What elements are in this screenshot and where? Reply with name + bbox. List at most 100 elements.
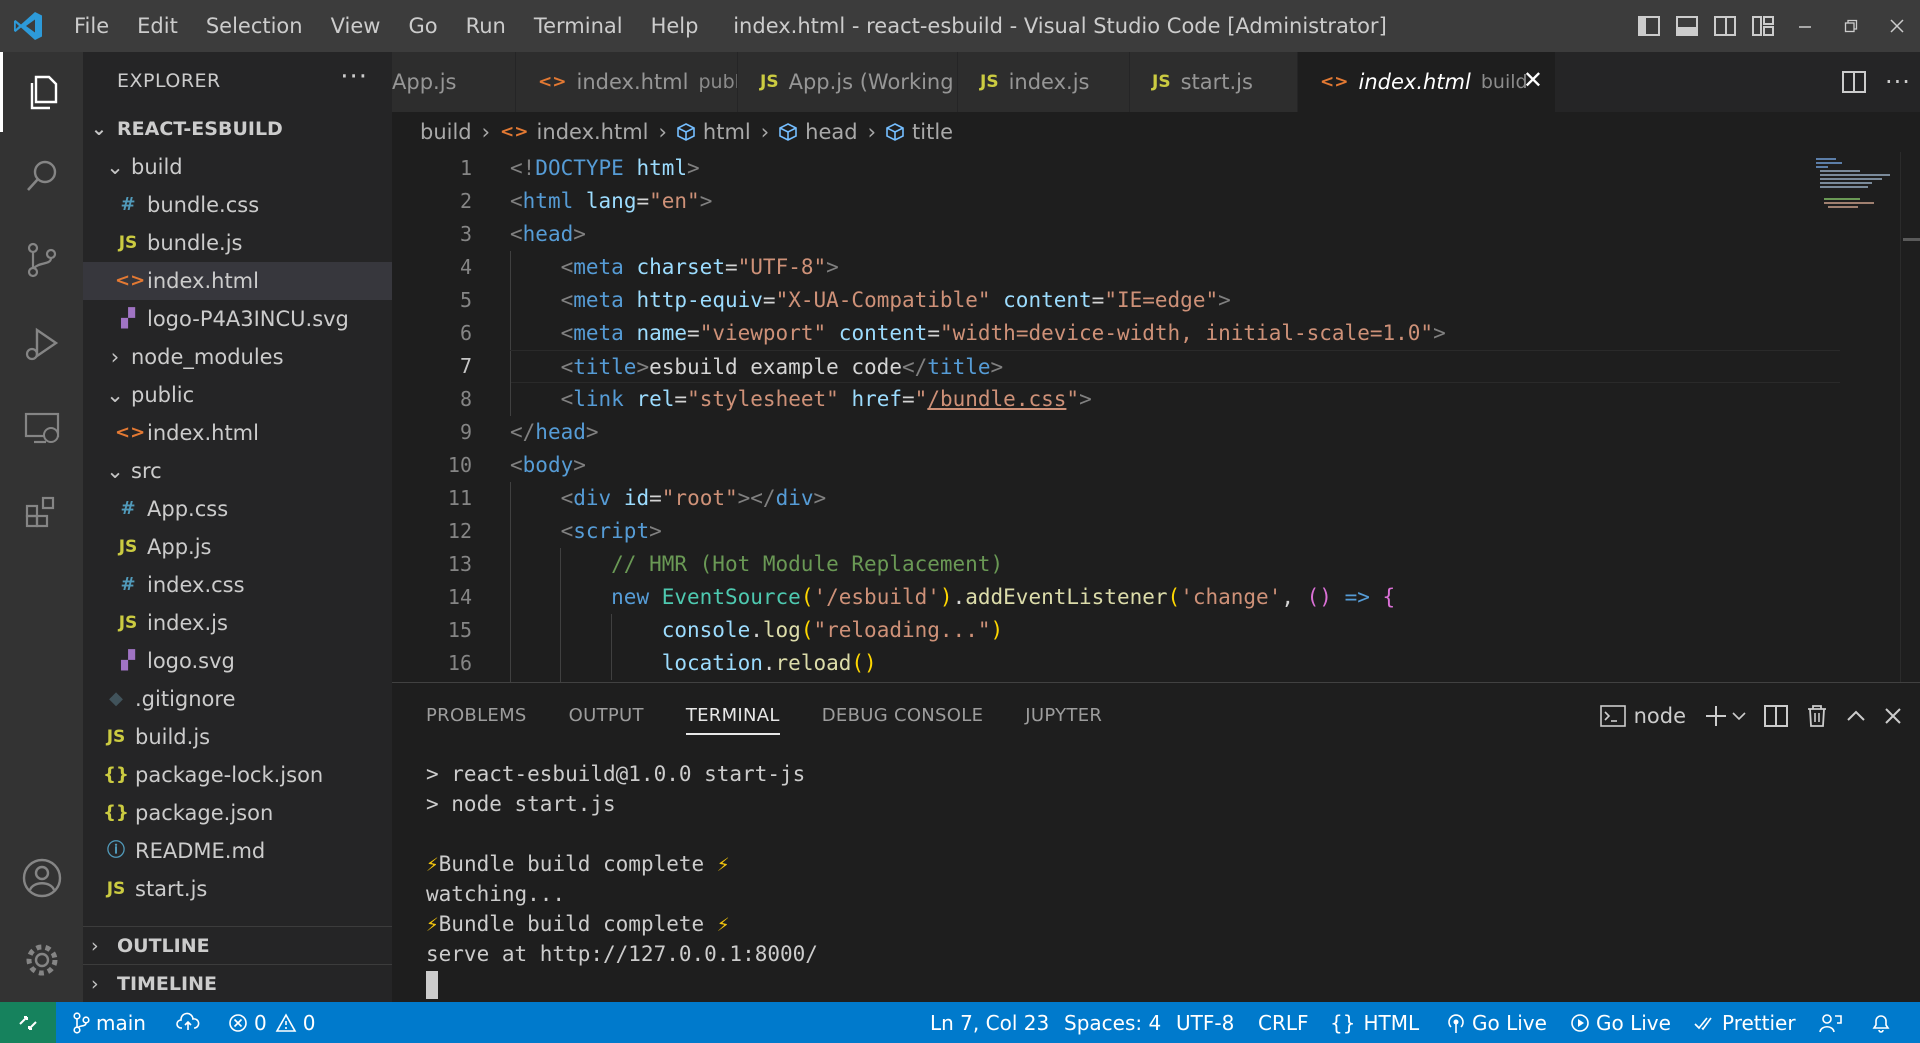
menu-edit[interactable]: Edit (123, 0, 192, 52)
outline-section[interactable]: › OUTLINE (83, 926, 392, 964)
file-item[interactable]: <> index.html (83, 414, 392, 452)
go-live-button-2[interactable]: Go Live (1570, 1002, 1671, 1043)
toggle-secondary-sidebar-icon[interactable] (1706, 0, 1744, 52)
problems-indicator[interactable]: 0 0 (228, 1002, 315, 1043)
close-window-icon[interactable] (1874, 0, 1920, 52)
kill-terminal-trash-icon[interactable] (1806, 704, 1828, 728)
customize-layout-icon[interactable] (1744, 0, 1782, 52)
terminal-shell-selector[interactable]: node (1599, 704, 1686, 728)
toggle-panel-icon[interactable] (1668, 0, 1706, 52)
close-panel-icon[interactable] (1884, 707, 1902, 725)
editor-tab[interactable]: JS start.js (1130, 52, 1298, 112)
folder-item[interactable]: ⌄ build (83, 148, 392, 186)
code-line[interactable]: new EventSource('/esbuild').addEventList… (510, 581, 1850, 614)
tab-jupyter[interactable]: JUPYTER (1025, 683, 1102, 749)
end-of-line[interactable]: CRLF (1258, 1002, 1309, 1043)
split-editor-icon[interactable] (1832, 71, 1876, 93)
accounts-icon[interactable] (0, 838, 83, 918)
file-item[interactable]: # App.css (83, 490, 392, 528)
tab-output[interactable]: OUTPUT (569, 683, 644, 749)
remote-explorer-icon[interactable] (0, 388, 83, 468)
file-item[interactable]: JS start.js (83, 870, 392, 908)
minimap[interactable] (1810, 152, 1900, 682)
indentation[interactable]: Spaces: 4 (1064, 1002, 1161, 1043)
split-terminal-icon[interactable] (1764, 705, 1788, 727)
menu-run[interactable]: Run (452, 0, 520, 52)
file-item[interactable]: ▞ logo-P4A3INCU.svg (83, 300, 392, 338)
folder-item[interactable]: › node_modules (83, 338, 392, 376)
code-line[interactable]: <meta name="viewport" content="width=dev… (510, 317, 1850, 350)
file-item[interactable]: {} package.json (83, 794, 392, 832)
code-line[interactable]: <meta charset="UTF-8"> (510, 251, 1850, 284)
file-item[interactable]: JS App.js (83, 528, 392, 566)
run-and-debug-icon[interactable] (0, 304, 83, 384)
code-line[interactable]: location.reload() (510, 647, 1850, 680)
file-item[interactable]: ◆ .gitignore (83, 680, 392, 718)
code-line[interactable]: <link rel="stylesheet" href="/bundle.css… (510, 383, 1850, 416)
editor-tab[interactable]: <> index.html public (516, 52, 738, 112)
breadcrumb-item[interactable]: build (420, 120, 472, 144)
menu-selection[interactable]: Selection (192, 0, 317, 52)
menu-terminal[interactable]: Terminal (520, 0, 637, 52)
file-item[interactable]: <> index.html (83, 262, 392, 300)
settings-gear-icon[interactable] (0, 920, 83, 1000)
workspace-root-folder[interactable]: ⌄ REACT-ESBUILD (83, 110, 392, 148)
code-line[interactable]: <meta http-equiv="X-UA-Compatible" conte… (510, 284, 1850, 317)
editor-tab[interactable]: App.js (392, 52, 516, 112)
code-editor[interactable]: 1234567891011121314151617 <!DOCTYPE html… (392, 152, 1920, 682)
menu-view[interactable]: View (317, 0, 395, 52)
more-actions-icon[interactable]: ··· (340, 62, 368, 92)
breadcrumb-item[interactable]: head (779, 120, 858, 144)
breadcrumb-item[interactable]: html (677, 120, 751, 144)
code-line[interactable]: // HMR (Hot Module Replacement) (510, 548, 1850, 581)
close-tab-icon[interactable]: ✕ (1523, 66, 1543, 94)
toggle-primary-sidebar-icon[interactable] (1630, 0, 1668, 52)
file-item[interactable]: ⓘ README.md (83, 832, 392, 870)
go-live-button[interactable]: Go Live (1446, 1002, 1547, 1043)
folder-item[interactable]: ⌄ public (83, 376, 392, 414)
restore-icon[interactable] (1828, 0, 1874, 52)
code-line[interactable]: <head> (510, 218, 1850, 251)
cursor-position[interactable]: Ln 7, Col 23 (930, 1002, 1049, 1043)
language-mode[interactable]: {} HTML (1330, 1002, 1419, 1043)
git-branch[interactable]: main (72, 1002, 146, 1043)
file-item[interactable]: JS build.js (83, 718, 392, 756)
explorer-icon[interactable] (0, 52, 83, 132)
source-control-icon[interactable] (0, 220, 83, 300)
prettier-button[interactable]: Prettier (1694, 1002, 1796, 1043)
more-actions-icon[interactable]: ··· (1876, 68, 1920, 96)
file-item[interactable]: # bundle.css (83, 186, 392, 224)
search-icon[interactable] (0, 136, 83, 216)
editor-scrollbar[interactable] (1900, 152, 1920, 682)
file-item[interactable]: ▞ logo.svg (83, 642, 392, 680)
tab-problems[interactable]: PROBLEMS (426, 683, 527, 749)
notifications-bell-icon[interactable] (1870, 1002, 1898, 1043)
editor-tab[interactable]: JS App.js (Working Tree) (738, 52, 958, 112)
code-line[interactable]: <body> (510, 449, 1850, 482)
breadcrumb-item[interactable]: title (886, 120, 953, 144)
sync-changes-icon[interactable] (176, 1002, 206, 1043)
minimize-icon[interactable] (1782, 0, 1828, 52)
code-line[interactable]: console.log("reloading...") (510, 614, 1850, 647)
code-line[interactable]: <html lang="en"> (510, 185, 1850, 218)
new-terminal-icon[interactable] (1704, 704, 1728, 728)
editor-tab[interactable]: JS index.js (958, 52, 1130, 112)
code-line[interactable]: <!DOCTYPE html> (510, 152, 1850, 185)
code-line[interactable]: <div id="root"></div> (510, 482, 1850, 515)
file-item[interactable]: {} package-lock.json (83, 756, 392, 794)
code-lines[interactable]: <!DOCTYPE html> <html lang="en"> <head> <m… (510, 152, 1850, 682)
code-line[interactable]: <script> (510, 515, 1850, 548)
maximize-panel-icon[interactable] (1846, 709, 1866, 723)
breadcrumb-item[interactable]: <> index.html (500, 120, 648, 144)
file-item[interactable]: # index.css (83, 566, 392, 604)
menu-file[interactable]: File (60, 0, 123, 52)
feedback-icon[interactable] (1818, 1002, 1848, 1043)
file-item[interactable]: JS index.js (83, 604, 392, 642)
menu-go[interactable]: Go (394, 0, 451, 52)
timeline-section[interactable]: › TIMELINE (83, 964, 392, 1002)
folder-item[interactable]: ⌄ src (83, 452, 392, 490)
code-line[interactable]: </head> (510, 416, 1850, 449)
extensions-icon[interactable] (0, 472, 83, 552)
terminal-output[interactable]: > react-esbuild@1.0.0 start-js > node sta… (426, 759, 818, 999)
chevron-down-icon[interactable] (1732, 711, 1746, 721)
